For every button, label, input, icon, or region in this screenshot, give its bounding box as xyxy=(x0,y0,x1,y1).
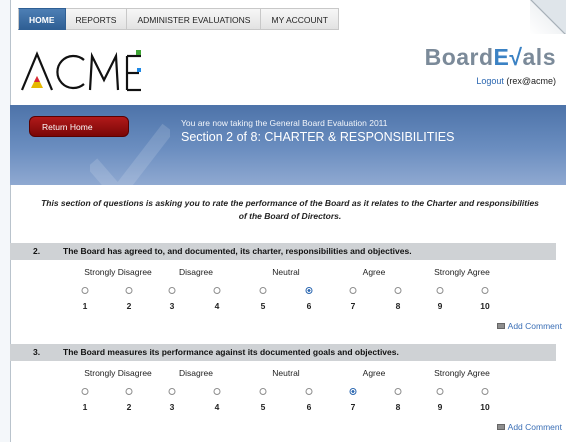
rating-number: 4 xyxy=(214,301,220,311)
rating-radio-3[interactable] xyxy=(168,388,176,395)
rating-radio-1[interactable] xyxy=(81,287,89,294)
return-home-button[interactable]: Return Home xyxy=(29,116,129,137)
rating-radio-4[interactable] xyxy=(213,388,221,395)
rating-number: 9 xyxy=(437,402,443,412)
rating-number: 2 xyxy=(126,402,132,412)
rating-number: 7 xyxy=(350,402,356,412)
add-comment-label: Add Comment xyxy=(507,321,562,331)
rating-radio-7[interactable] xyxy=(349,388,357,395)
add-comment-link[interactable]: Add Comment xyxy=(496,422,562,432)
section-intro: This section of questions is asking you … xyxy=(41,198,539,221)
rating-radio-4[interactable] xyxy=(213,287,221,294)
rating-number: 8 xyxy=(395,301,401,311)
logout-user: (rex@acme) xyxy=(506,76,556,86)
rating-number: 10 xyxy=(480,402,490,412)
rating-radio-1[interactable] xyxy=(81,388,89,395)
rating-number: 6 xyxy=(306,301,312,311)
tab-my-account[interactable]: MY ACCOUNT xyxy=(261,8,340,30)
acme-logo xyxy=(20,50,141,92)
scale-label: Strongly Disagree xyxy=(84,368,152,378)
add-comment-link[interactable]: Add Comment xyxy=(496,321,562,331)
boardevals-logo: BoardE√als xyxy=(424,44,556,70)
tab-home[interactable]: HOME xyxy=(18,8,66,30)
scale-label: Agree xyxy=(362,267,386,277)
rating-number: 1 xyxy=(82,402,88,412)
scale-label: Strongly Agree xyxy=(434,368,490,378)
question-header: 2. The Board has agreed to, and documente… xyxy=(10,243,556,260)
rating-number: 3 xyxy=(169,301,175,311)
question-number: 3. xyxy=(33,347,41,357)
scale-label: Neutral xyxy=(272,368,300,378)
rating-number: 6 xyxy=(306,402,312,412)
comment-icon xyxy=(496,323,505,329)
rating-radio-5[interactable] xyxy=(259,388,267,395)
evaluation-subtitle: You are now taking the General Board Eva… xyxy=(181,118,388,128)
rating-radio-9[interactable] xyxy=(436,388,444,395)
add-comment-label: Add Comment xyxy=(507,422,562,432)
tab-reports[interactable]: REPORTS xyxy=(65,8,128,30)
rating-radio-8[interactable] xyxy=(394,388,402,395)
scale-label: Neutral xyxy=(272,267,300,277)
rating-radio-6[interactable] xyxy=(305,287,313,294)
rating-radio-7[interactable] xyxy=(349,287,357,294)
question-text: The Board has agreed to, and documented,… xyxy=(63,246,412,256)
logout-link[interactable]: Logout xyxy=(476,76,504,86)
rating-radio-2[interactable] xyxy=(125,287,133,294)
scale-label: Disagree xyxy=(178,267,214,277)
logout-area: Logout (rex@acme) xyxy=(476,76,556,86)
rating-radio-9[interactable] xyxy=(436,287,444,294)
tab-administer-evaluations[interactable]: ADMINISTER EVALUATIONS xyxy=(127,8,262,30)
rating-radio-10[interactable] xyxy=(481,287,489,294)
rating-radio-2[interactable] xyxy=(125,388,133,395)
section-banner: Return Home You are now taking the Gener… xyxy=(10,105,566,185)
scale-label: Strongly Disagree xyxy=(84,267,152,277)
rating-number: 5 xyxy=(260,301,266,311)
scale-label: Strongly Agree xyxy=(434,267,490,277)
scale-label: Disagree xyxy=(178,368,214,378)
rating-number: 8 xyxy=(395,402,401,412)
section-title: Section 2 of 8: CHARTER & RESPONSIBILITI… xyxy=(181,130,455,144)
rating-number: 2 xyxy=(126,301,132,311)
comment-icon xyxy=(496,424,505,430)
rating-number: 1 xyxy=(82,301,88,311)
rating-radio-5[interactable] xyxy=(259,287,267,294)
rating-number: 9 xyxy=(437,301,443,311)
page-curl xyxy=(530,0,566,34)
rating-number: 7 xyxy=(350,301,356,311)
rating-number: 4 xyxy=(214,402,220,412)
rating-number: 5 xyxy=(260,402,266,412)
scale-label: Agree xyxy=(362,368,386,378)
question-text: The Board measures its performance again… xyxy=(63,347,399,357)
question-header: 3. The Board measures its performance aga… xyxy=(10,344,556,361)
question-number: 2. xyxy=(33,246,41,256)
rating-radio-6[interactable] xyxy=(305,388,313,395)
top-nav: HOME REPORTS ADMINISTER EVALUATIONS MY A… xyxy=(18,8,340,30)
rating-radio-3[interactable] xyxy=(168,287,176,294)
rating-number: 10 xyxy=(480,301,490,311)
rating-radio-8[interactable] xyxy=(394,287,402,294)
rating-radio-10[interactable] xyxy=(481,388,489,395)
rating-number: 3 xyxy=(169,402,175,412)
